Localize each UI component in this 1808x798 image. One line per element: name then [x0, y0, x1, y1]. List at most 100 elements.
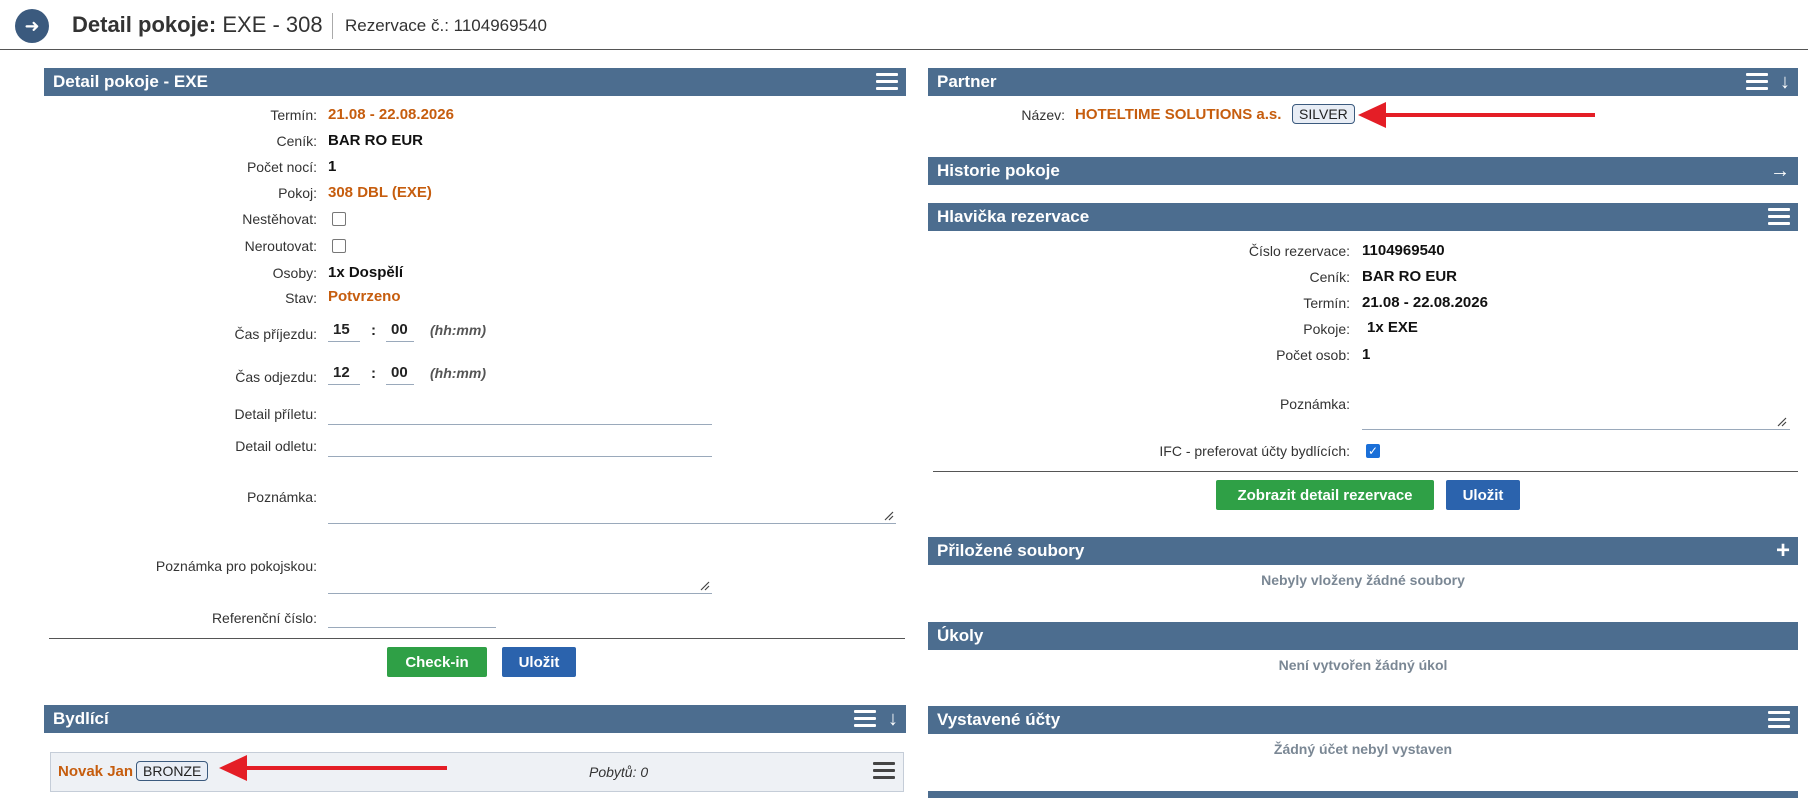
- invoices-empty-message: Žádný účet nebyl vystaven: [1273, 741, 1453, 757]
- room-value[interactable]: 308 DBL (EXE): [328, 184, 432, 201]
- note-textarea[interactable]: [328, 480, 896, 524]
- time-format-hint: (hh:mm): [430, 322, 486, 338]
- time-colon: :: [371, 365, 376, 382]
- partner-name-value[interactable]: HOTELTIME SOLUTIONS a.s.: [1075, 106, 1281, 123]
- partner-title: Partner: [937, 72, 997, 91]
- flight-departure-input[interactable]: [328, 433, 712, 457]
- annotation-arrow: [1385, 113, 1595, 117]
- menu-icon[interactable]: [1768, 711, 1790, 729]
- reservation-header-title: Hlavička rezervace: [937, 207, 1090, 226]
- flight-arrival-label: Detail příletu:: [234, 406, 317, 422]
- term-value: 21.08 - 22.08.2026: [328, 106, 454, 123]
- arrival-time-label: Čas příjezdu:: [234, 326, 317, 342]
- partner-header: Partner ↓: [928, 68, 1798, 96]
- navigate-arrow-icon[interactable]: ➜: [15, 9, 49, 43]
- arrow-down-icon[interactable]: ↓: [1780, 71, 1790, 93]
- tasks-title: Úkoly: [937, 626, 984, 645]
- reservation-note-label: Poznámka:: [1279, 396, 1350, 412]
- state-value: Potvrzeno: [328, 288, 401, 305]
- loyalty-badge: SILVER: [1292, 104, 1355, 124]
- arrow-right-icon[interactable]: →: [1770, 160, 1790, 182]
- divider: [49, 638, 905, 639]
- menu-icon[interactable]: [873, 762, 895, 780]
- check-in-button[interactable]: Check-in: [387, 647, 487, 677]
- room-history-header[interactable]: Historie pokoje →: [928, 157, 1798, 185]
- departure-minute-input[interactable]: 00: [386, 361, 414, 385]
- partner-name-label: Název:: [1021, 107, 1065, 123]
- no-move-checkbox[interactable]: [332, 212, 346, 226]
- files-empty-message: Nebyly vloženy žádné soubory: [1261, 572, 1465, 588]
- reservation-pricelist-label: Ceník:: [1309, 269, 1350, 285]
- room-history-title: Historie pokoje: [937, 161, 1060, 180]
- reservation-persons-label: Počet osob:: [1276, 347, 1350, 363]
- menu-icon[interactable]: [1746, 73, 1768, 91]
- no-move-label: Nestěhovat:: [242, 211, 317, 227]
- reservation-number: Rezervace č.: 1104969540: [345, 16, 547, 35]
- top-bar: ➜ Detail pokoje: EXE - 308 Rezervace č.:…: [0, 0, 1808, 50]
- stays-count: Pobytů: 0: [589, 764, 649, 780]
- no-route-label: Neroutovat:: [244, 238, 317, 254]
- persons-value: 1x Dospělí: [328, 264, 404, 281]
- page-title: Detail pokoje: EXE - 308: [72, 12, 323, 37]
- reservation-persons-value: 1: [1362, 346, 1371, 363]
- reservation-rooms-value: 1x EXE: [1367, 319, 1418, 336]
- reservation-header-panel: Hlavička rezervace: [928, 203, 1798, 231]
- occupant-row: Novak Jan BRONZE Pobytů: 0: [50, 752, 904, 792]
- note-label: Poznámka:: [246, 489, 317, 505]
- plus-icon[interactable]: +: [1776, 539, 1790, 563]
- occupants-header: Bydlící ↓: [44, 705, 906, 733]
- arrow-down-icon[interactable]: ↓: [888, 708, 898, 730]
- pricelist-value: BAR RO EUR: [328, 132, 424, 149]
- reservation-note-textarea[interactable]: [1362, 386, 1790, 430]
- show-reservation-detail-button[interactable]: Zobrazit detail rezervace: [1216, 480, 1434, 510]
- time-colon: :: [371, 322, 376, 339]
- menu-icon[interactable]: [854, 710, 876, 728]
- reservation-number-value: 1104969540: [1362, 242, 1445, 259]
- reservation-term-label: Termín:: [1303, 295, 1350, 311]
- resize-handle-icon[interactable]: [1777, 417, 1787, 427]
- save-reservation-button[interactable]: Uložit: [1446, 480, 1520, 510]
- pricelist-label: Ceník:: [276, 133, 317, 149]
- divider: [332, 13, 333, 39]
- housekeeping-note-textarea[interactable]: [328, 550, 712, 594]
- departure-time-label: Čas odjezdu:: [235, 369, 317, 385]
- save-room-button[interactable]: Uložit: [502, 647, 576, 677]
- annotation-arrow-head: [1358, 102, 1386, 128]
- time-format-hint: (hh:mm): [430, 365, 486, 381]
- ifc-label: IFC - preferovat účty bydlících:: [1159, 443, 1350, 459]
- nights-value: 1: [328, 158, 337, 175]
- loyalty-badge: BRONZE: [136, 761, 209, 781]
- room-label: Pokoj:: [278, 185, 317, 201]
- annotation-arrow-head: [219, 755, 247, 781]
- nights-label: Počet nocí:: [246, 159, 317, 175]
- flight-arrival-input[interactable]: [328, 401, 712, 425]
- housekeeping-note-label: Poznámka pro pokojskou:: [155, 558, 317, 574]
- tasks-header: Úkoly: [928, 622, 1798, 650]
- annotation-arrow: [245, 766, 447, 770]
- reference-number-label: Referenční číslo:: [211, 610, 317, 626]
- resize-handle-icon[interactable]: [700, 581, 710, 591]
- no-route-checkbox[interactable]: [332, 239, 346, 253]
- occupant-name[interactable]: Novak Jan: [58, 763, 133, 780]
- resize-handle-icon[interactable]: [884, 511, 894, 521]
- reference-number-input[interactable]: [328, 604, 496, 628]
- ifc-checkbox[interactable]: ✓: [1366, 444, 1380, 458]
- flight-departure-label: Detail odletu:: [235, 438, 317, 454]
- divider: [933, 471, 1798, 472]
- reservation-pricelist-value: BAR RO EUR: [1362, 268, 1458, 285]
- room-detail-header: Detail pokoje - EXE: [44, 68, 906, 96]
- term-label: Termín:: [270, 107, 317, 123]
- issued-invoices-title: Vystavené účty: [937, 710, 1061, 729]
- menu-icon[interactable]: [1768, 208, 1790, 226]
- next-panel-header: [928, 791, 1798, 798]
- reservation-term-value: 21.08 - 22.08.2026: [1362, 294, 1488, 311]
- departure-hour-input[interactable]: 12: [328, 361, 360, 385]
- arrival-minute-input[interactable]: 00: [386, 318, 414, 342]
- menu-icon[interactable]: [876, 73, 898, 91]
- arrival-hour-input[interactable]: 15: [328, 318, 360, 342]
- tasks-empty-message: Není vytvořen žádný úkol: [1278, 657, 1448, 673]
- state-label: Stav:: [285, 290, 317, 306]
- attached-files-title: Přiložené soubory: [937, 541, 1085, 560]
- issued-invoices-header: Vystavené účty: [928, 706, 1798, 734]
- reservation-rooms-label: Pokoje:: [1303, 321, 1350, 337]
